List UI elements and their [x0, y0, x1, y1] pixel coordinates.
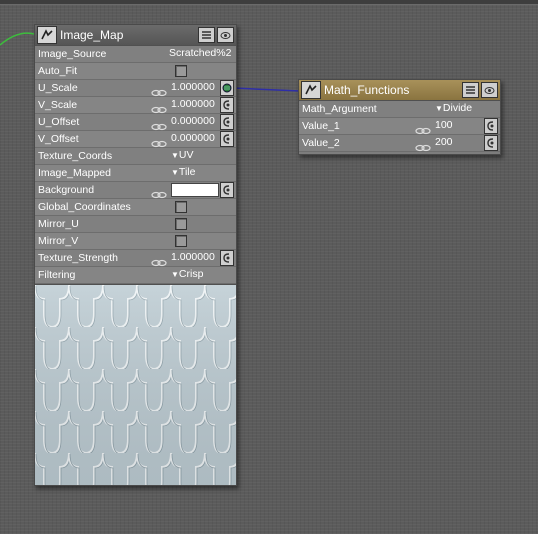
image-map-node[interactable]: Image_Map Image_Source Scratched%2 Auto_Fi… — [34, 24, 237, 486]
node-title: Image_Map — [60, 28, 124, 42]
param-row-auto-fit[interactable]: Auto_Fit — [35, 63, 236, 80]
param-label: U_Scale — [38, 82, 78, 94]
param-dropdown[interactable]: ▼UV — [171, 149, 194, 161]
param-label: U_Offset — [38, 116, 80, 128]
param-label: Mirror_U — [38, 218, 79, 230]
input-socket-icon[interactable] — [484, 118, 498, 134]
param-row-v-scale[interactable]: V_Scale 1.000000 — [35, 97, 236, 114]
math-functions-params: Math_Argument ▼Divide Value_1 100 Value_2 200 — [299, 101, 500, 152]
param-row-value-1[interactable]: Value_1 100 — [299, 118, 500, 135]
param-label: Filtering — [38, 269, 76, 281]
param-label: Texture_Strength — [38, 252, 118, 264]
dropdown-value: Tile — [178, 166, 196, 178]
math-functions-node[interactable]: Math_Functions Math_Argument ▼Divide Value… — [298, 79, 501, 155]
param-label: V_Scale — [38, 99, 78, 111]
input-socket-icon[interactable] — [220, 250, 234, 266]
param-row-mirror-u[interactable]: Mirror_U — [35, 216, 236, 233]
connected-socket-icon[interactable] — [220, 80, 234, 96]
param-row-background[interactable]: Background — [35, 182, 236, 199]
image-map-params: Image_Source Scratched%2 Auto_Fit U_Scale 1.… — [35, 46, 236, 284]
checkbox[interactable] — [175, 65, 187, 77]
param-label: Global_Coordinates — [38, 201, 131, 213]
input-wire[interactable] — [0, 32, 35, 46]
texture-preview-image — [35, 284, 236, 485]
param-row-image-mapped[interactable]: Image_Mapped ▼Tile — [35, 165, 236, 182]
param-row-global-coordinates[interactable]: Global_Coordinates — [35, 199, 236, 216]
dropdown-arrow-icon: ▼ — [171, 270, 179, 279]
math-functions-header[interactable]: Math_Functions — [299, 80, 500, 101]
param-row-filtering[interactable]: Filtering ▼Crisp — [35, 267, 236, 284]
param-row-texture-coords[interactable]: Texture_Coords ▼UV — [35, 148, 236, 165]
param-row-mirror-v[interactable]: Mirror_V — [35, 233, 236, 250]
input-socket-icon[interactable] — [220, 114, 234, 130]
dropdown-value: UV — [178, 149, 194, 161]
param-value[interactable]: 100 — [435, 119, 453, 131]
poser-node-icon — [37, 26, 57, 44]
param-label: Math_Argument — [302, 103, 377, 115]
param-value[interactable]: 1.000000 — [171, 81, 215, 93]
param-row-value-2[interactable]: Value_2 200 — [299, 135, 500, 152]
input-socket-icon[interactable] — [220, 131, 234, 147]
eye-toggle-icon[interactable] — [481, 82, 498, 98]
param-label: Texture_Coords — [38, 150, 113, 162]
param-label: Auto_Fit — [38, 65, 78, 77]
dropdown-value: Divide — [442, 102, 473, 114]
checkbox[interactable] — [175, 235, 187, 247]
param-value[interactable]: 200 — [435, 136, 453, 148]
dropdown-arrow-icon: ▼ — [435, 104, 443, 113]
param-value[interactable]: 0.000000 — [171, 132, 215, 144]
param-row-v-offset[interactable]: V_Offset 0.000000 — [35, 131, 236, 148]
color-swatch[interactable] — [171, 183, 219, 197]
param-dropdown[interactable]: ▼Divide — [435, 102, 472, 114]
param-row-texture-strength[interactable]: Texture_Strength 1.000000 — [35, 250, 236, 267]
param-row-u-scale[interactable]: U_Scale 1.000000 — [35, 80, 236, 97]
param-dropdown[interactable]: ▼Crisp — [171, 268, 203, 280]
dropdown-arrow-icon: ▼ — [171, 151, 179, 160]
param-label: Mirror_V — [38, 235, 79, 247]
param-label: Image_Mapped — [38, 167, 111, 179]
param-dropdown[interactable]: ▼Tile — [171, 166, 195, 178]
param-value[interactable]: Scratched%2 — [169, 47, 231, 59]
param-row-u-offset[interactable]: U_Offset 0.000000 — [35, 114, 236, 131]
link-chain-icon[interactable] — [151, 135, 167, 148]
scale-pattern-image — [35, 285, 236, 485]
checkbox[interactable] — [175, 201, 187, 213]
param-label: Background — [38, 184, 95, 196]
dropdown-arrow-icon: ▼ — [171, 168, 179, 177]
eye-toggle-icon[interactable] — [217, 27, 234, 43]
dropdown-value: Crisp — [178, 268, 204, 280]
link-chain-icon[interactable] — [415, 139, 431, 152]
image-map-header[interactable]: Image_Map — [35, 25, 236, 46]
param-label: Image_Source — [38, 48, 107, 60]
link-chain-icon[interactable] — [151, 84, 167, 97]
checkbox[interactable] — [175, 218, 187, 230]
link-chain-icon[interactable] — [151, 254, 167, 267]
input-socket-icon[interactable] — [484, 135, 498, 151]
param-value[interactable]: 1.000000 — [171, 98, 215, 110]
param-label: Value_1 — [302, 120, 340, 132]
node-title: Math_Functions — [324, 83, 410, 97]
input-socket-icon[interactable] — [220, 182, 234, 198]
param-row-math-argument[interactable]: Math_Argument ▼Divide — [299, 101, 500, 118]
param-value[interactable]: 1.000000 — [171, 251, 215, 263]
preview-toggle-icon[interactable] — [198, 27, 215, 43]
link-chain-icon[interactable] — [415, 122, 431, 135]
link-chain-icon[interactable] — [151, 101, 167, 114]
input-socket-icon[interactable] — [220, 97, 234, 113]
poser-node-icon — [301, 81, 321, 99]
output-wire[interactable] — [232, 87, 301, 92]
link-chain-icon[interactable] — [151, 118, 167, 131]
preview-toggle-icon[interactable] — [462, 82, 479, 98]
param-row-image-source[interactable]: Image_Source Scratched%2 — [35, 46, 236, 63]
param-label: Value_2 — [302, 137, 340, 149]
link-chain-icon[interactable] — [151, 186, 167, 199]
param-label: V_Offset — [38, 133, 79, 145]
param-value[interactable]: 0.000000 — [171, 115, 215, 127]
